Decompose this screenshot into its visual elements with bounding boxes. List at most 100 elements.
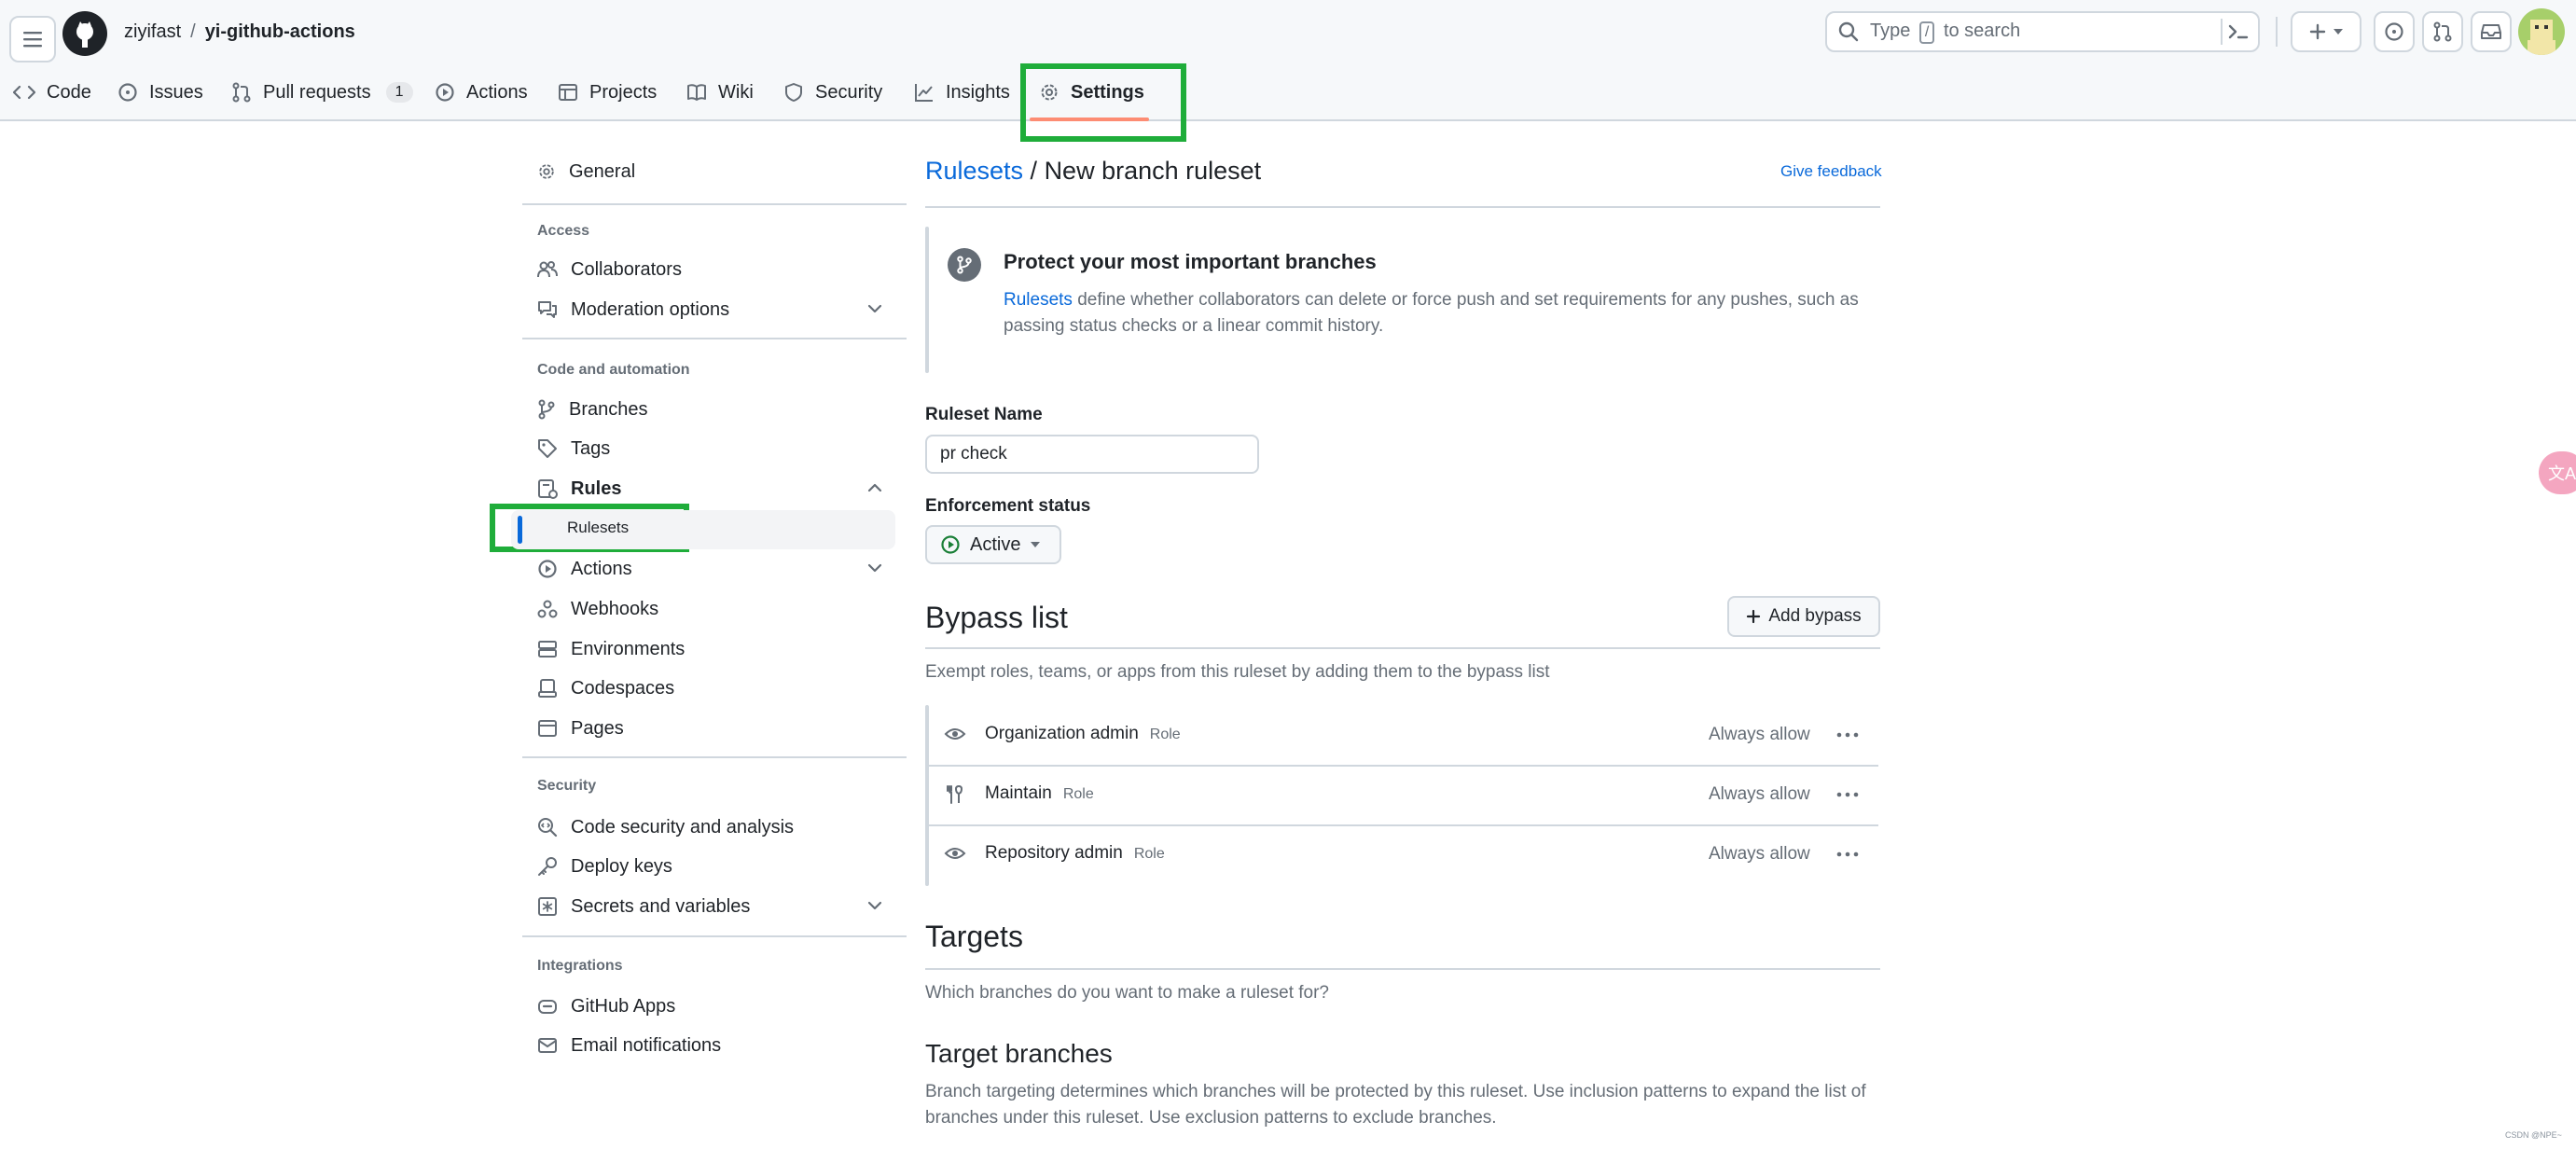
search-icon bbox=[1838, 21, 1859, 42]
tab-wiki-label: Wiki bbox=[718, 81, 754, 103]
plus-icon bbox=[1746, 609, 1761, 624]
add-bypass-button[interactable]: Add bypass bbox=[1727, 596, 1880, 637]
banner-rulesets-link[interactable]: Rulesets bbox=[1004, 290, 1073, 310]
webhook-icon bbox=[537, 599, 558, 619]
tab-insights[interactable]: Insights bbox=[914, 75, 1010, 110]
bypass-row: Organization admin Role Always allow bbox=[927, 707, 1878, 765]
sidebar-item-general[interactable]: General bbox=[537, 155, 635, 188]
sidebar-item-environments[interactable]: Environments bbox=[537, 632, 685, 666]
bypass-actor-name: Repository admin bbox=[985, 843, 1123, 863]
tab-projects-label: Projects bbox=[589, 81, 658, 103]
inbox-button[interactable] bbox=[2471, 11, 2512, 52]
bypass-actor: Organization admin Role bbox=[985, 724, 1181, 744]
translate-widget-button[interactable]: 文A bbox=[2539, 451, 2576, 494]
watermark: CSDN @NPE~ bbox=[2505, 1130, 2562, 1140]
tab-code[interactable]: Code bbox=[13, 75, 91, 110]
browser-icon bbox=[537, 718, 558, 739]
target-branches-description: Branch targeting determines which branch… bbox=[925, 1082, 1866, 1128]
kebab-horizontal-icon[interactable] bbox=[1832, 782, 1863, 808]
chevron-down-icon[interactable] bbox=[867, 563, 882, 573]
sidebar-item-tags-label: Tags bbox=[571, 437, 611, 459]
tab-pull-requests[interactable]: Pull requests 1 bbox=[231, 75, 413, 110]
sidebar-item-moderation[interactable]: Moderation options bbox=[537, 293, 729, 326]
sidebar-item-secrets[interactable]: Secrets and variables bbox=[537, 890, 750, 923]
command-palette-icon[interactable] bbox=[2221, 19, 2249, 45]
play-icon bbox=[537, 559, 558, 579]
chevron-down-icon[interactable] bbox=[867, 901, 882, 910]
git-branch-icon bbox=[537, 399, 556, 420]
code-icon bbox=[13, 83, 35, 102]
bypass-actor-name: Organization admin bbox=[985, 724, 1139, 743]
sidebar-item-pages[interactable]: Pages bbox=[537, 712, 624, 745]
graph-icon bbox=[914, 82, 935, 103]
enforcement-status-dropdown[interactable]: Active bbox=[925, 525, 1061, 564]
sidebar-item-email-label: Email notifications bbox=[571, 1034, 722, 1056]
comment-discussion-icon bbox=[537, 300, 558, 319]
sidebar-item-github-apps-label: GitHub Apps bbox=[571, 995, 676, 1017]
sidebar-item-deploy-keys[interactable]: Deploy keys bbox=[537, 850, 672, 883]
github-logo-icon[interactable] bbox=[62, 11, 107, 56]
bypass-mode: Always allow bbox=[1709, 725, 1810, 744]
create-new-button[interactable] bbox=[2291, 11, 2361, 52]
inbox-icon bbox=[2481, 22, 2501, 41]
chevron-down-icon[interactable] bbox=[867, 304, 882, 313]
rulesets-breadcrumb-link[interactable]: Rulesets bbox=[925, 157, 1023, 185]
kebab-horizontal-icon[interactable] bbox=[1832, 841, 1863, 867]
tab-issues[interactable]: Issues bbox=[118, 75, 203, 110]
give-feedback-link[interactable]: Give feedback bbox=[1780, 162, 1882, 181]
kebab-horizontal-icon[interactable] bbox=[1832, 722, 1863, 748]
pull-requests-count-badge: 1 bbox=[385, 82, 413, 103]
sidebar-active-indicator bbox=[518, 516, 522, 544]
sidebar-divider bbox=[522, 338, 907, 339]
tab-wiki[interactable]: Wiki bbox=[686, 75, 754, 110]
breadcrumb-separator: / bbox=[190, 21, 196, 42]
sidebar-item-webhooks-label: Webhooks bbox=[571, 598, 659, 619]
tab-projects[interactable]: Projects bbox=[558, 75, 657, 110]
chevron-up-icon[interactable] bbox=[867, 483, 882, 492]
tab-issues-label: Issues bbox=[149, 81, 203, 103]
tab-actions[interactable]: Actions bbox=[435, 75, 528, 110]
sidebar-divider bbox=[522, 203, 907, 205]
sidebar-item-webhooks[interactable]: Webhooks bbox=[537, 592, 658, 626]
tab-security[interactable]: Security bbox=[783, 75, 882, 110]
menu-button[interactable] bbox=[9, 16, 56, 62]
translate-icon: 文A bbox=[2548, 464, 2576, 483]
owner-link[interactable]: ziyifast bbox=[124, 21, 181, 42]
repo-link[interactable]: yi-github-actions bbox=[205, 21, 355, 42]
sidebar-item-code-security[interactable]: Code security and analysis bbox=[537, 810, 794, 844]
codescan-icon bbox=[537, 817, 558, 838]
sidebar-item-collaborators[interactable]: Collaborators bbox=[537, 253, 682, 286]
sidebar-item-rules[interactable]: Rules bbox=[537, 472, 621, 505]
play-icon bbox=[940, 534, 961, 555]
issue-opened-icon bbox=[2384, 21, 2404, 42]
sidebar-heading-security: Security bbox=[537, 778, 597, 794]
target-branches-heading: Target branches bbox=[925, 1039, 1113, 1068]
sidebar-item-email-notifications[interactable]: Email notifications bbox=[537, 1029, 721, 1062]
bypass-actor-type: Role bbox=[1062, 786, 1094, 802]
caret-down-icon bbox=[1030, 541, 1041, 548]
sidebar-item-branches-label: Branches bbox=[569, 398, 648, 420]
pull-requests-button[interactable] bbox=[2422, 11, 2463, 52]
tab-pull-requests-label: Pull requests bbox=[263, 81, 371, 103]
search-shortcut-key: / bbox=[1918, 21, 1935, 44]
sidebar-item-actions[interactable]: Actions bbox=[537, 552, 632, 586]
tag-icon bbox=[537, 438, 558, 459]
title-text: New branch ruleset bbox=[1044, 157, 1262, 185]
bypass-row: Maintain Role Always allow bbox=[927, 767, 1878, 824]
issue-opened-icon bbox=[118, 82, 138, 103]
add-bypass-label: Add bypass bbox=[1768, 606, 1862, 626]
sidebar-item-github-apps[interactable]: GitHub Apps bbox=[537, 990, 675, 1023]
sidebar-item-branches[interactable]: Branches bbox=[537, 393, 648, 426]
sidebar-item-rules-label: Rules bbox=[571, 478, 622, 499]
user-avatar[interactable] bbox=[2518, 8, 2565, 55]
sidebar-item-codespaces[interactable]: Codespaces bbox=[537, 671, 674, 705]
eye-icon bbox=[944, 725, 966, 743]
tab-actions-label: Actions bbox=[466, 81, 528, 103]
title-separator: / bbox=[1023, 157, 1045, 185]
bypass-row: Repository admin Role Always allow bbox=[927, 826, 1878, 884]
tools-icon bbox=[944, 784, 964, 805]
search-input[interactable]: Type / to search bbox=[1825, 11, 2260, 52]
sidebar-item-tags[interactable]: Tags bbox=[537, 432, 610, 465]
ruleset-name-input[interactable]: pr check bbox=[925, 435, 1259, 474]
issues-button[interactable] bbox=[2374, 11, 2415, 52]
